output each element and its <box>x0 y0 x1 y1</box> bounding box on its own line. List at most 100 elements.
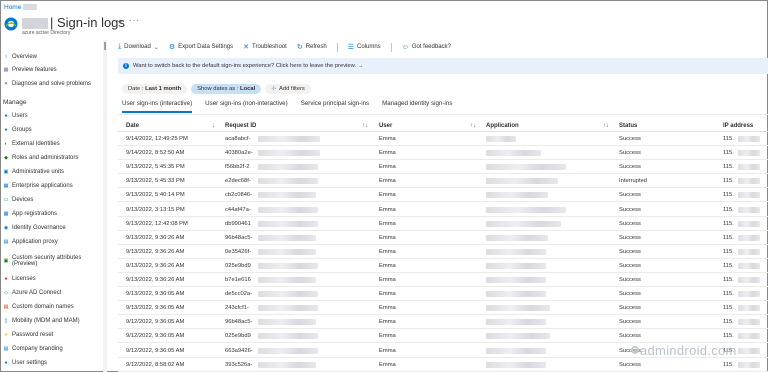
pin-icon[interactable]: ✦ <box>117 18 123 26</box>
more-options-button[interactable]: ··· <box>129 16 140 25</box>
table-row[interactable]: 9/13/2022, 9:36:26 AM 025e9bd9 Emma Success… <box>118 259 768 273</box>
column-header-ip-address[interactable]: IP address <box>723 123 753 129</box>
sidebar-item-licenses[interactable]: ● Licenses <box>3 273 103 285</box>
request-id-redacted <box>258 234 316 241</box>
table-row[interactable]: 9/12/2022, 9:36:05 AM 96b48ac5- Emma Succes… <box>118 315 768 330</box>
cell-request-id: cb2c0846- <box>225 192 253 199</box>
refresh-button[interactable]: ↻ Refresh <box>297 43 327 51</box>
sidebar-item-devices[interactable]: ▭ Devices <box>3 194 103 206</box>
show-dates-pill[interactable]: Show dates as : Local <box>191 84 262 94</box>
sort-desc-icon[interactable]: ↓ <box>212 123 215 129</box>
sidebar-item-overview[interactable]: i Overview <box>3 51 103 63</box>
cell-date: 9/13/2022, 12:42:08 PM <box>126 220 188 227</box>
sidebar-item-users[interactable]: ● Users <box>3 110 103 122</box>
table-row[interactable]: 9/13/2022, 9:36:26 AM 0e35426f- Emma Succes… <box>118 245 768 259</box>
sidebar-item-roles-and-administrators[interactable]: ◆ Roles and administrators <box>3 152 103 164</box>
add-filters-button[interactable]: ⊹ Add filters <box>265 84 311 94</box>
cell-request-id: 025e9bd9 <box>225 333 251 340</box>
sidebar-item-external-identities[interactable]: ◐ External Identities <box>3 138 103 150</box>
table-row[interactable]: 9/14/2022, 12:49:25 PM aca8abcf- Emma Succe… <box>118 132 768 146</box>
sidebar-item-user-settings[interactable]: ● User settings <box>3 357 103 369</box>
cell-status: Success <box>619 234 641 241</box>
table-row[interactable]: 9/13/2022, 5:40:14 PM cb2c0846- Emma Succes… <box>118 188 768 203</box>
column-header-date[interactable]: Date <box>126 123 139 129</box>
application-redacted <box>486 319 546 326</box>
sidebar-item-azure-ad-connect[interactable]: ◇ Azure AD Connect <box>3 287 103 299</box>
sidebar-item-custom-security-attributes-preview[interactable]: ▣ Custom security attributes (Preview) <box>3 255 103 267</box>
sort-icon[interactable]: ↑↓ <box>362 123 368 129</box>
feedback-button[interactable]: ☺ Got feedback? <box>402 44 451 51</box>
cell-user: Emma <box>379 248 396 255</box>
application-redacted <box>486 248 546 255</box>
cell-status: Success <box>619 164 641 171</box>
tab-service-principal-sign-ins[interactable]: Service principal sign-ins <box>301 100 369 112</box>
table-row[interactable]: 9/13/2022, 9:36:05 AM de5cc02a- Emma Succes… <box>118 287 768 302</box>
request-id-redacted <box>258 277 316 283</box>
sidebar-item-enterprise-applications[interactable]: ▦ Enterprise applications <box>3 180 103 192</box>
refresh-label: Refresh <box>305 44 327 50</box>
cell-user: Emma <box>379 164 396 171</box>
sidebar-item-password-reset[interactable]: ♦ Password reset <box>3 329 103 341</box>
application-redacted <box>486 150 541 157</box>
table-row[interactable]: 9/12/2022, 9:36:05 AM 025e9bd9 Emma Success… <box>118 329 768 344</box>
sort-icon[interactable]: ↑↓ <box>470 123 476 129</box>
sidebar-item-application-proxy[interactable]: ▤ Application proxy <box>3 236 103 248</box>
wrench-icon: ✕ <box>3 81 9 87</box>
table-row[interactable]: 9/13/2022, 5:45:35 PM f56bb2f-2 Emma Succes… <box>118 160 768 175</box>
user-icon: ● <box>4 113 8 119</box>
cell-request-id: db990461 <box>225 220 251 227</box>
table-row[interactable]: 9/13/2022, 9:36:26 AM 96b48ac5- Emma Succes… <box>118 231 768 245</box>
ip-address-redacted <box>738 291 760 298</box>
tenant-name-redacted <box>22 18 48 29</box>
sidebar-item-mobility-mdm-and-mam[interactable]: ▯ Mobility (MDM and MAM) <box>3 315 103 327</box>
table-row[interactable]: 9/13/2022, 5:45:33 PM e2dec68f- Emma Interr… <box>118 174 768 189</box>
tab-managed-identity-sign-ins[interactable]: Managed identity sign-ins <box>382 100 452 112</box>
table-row[interactable]: 9/12/2022, 8:58:02 AM 393c526a- Emma Succes… <box>118 358 768 372</box>
cell-status: Success <box>619 319 641 326</box>
application-redacted <box>486 262 546 269</box>
sidebar-item-groups[interactable]: ● Groups <box>3 124 103 136</box>
sidebar-item-label: Mobility (MDM and MAM) <box>12 318 80 324</box>
tab-user-sign-ins-interactive[interactable]: User sign-ins (interactive) <box>122 100 193 113</box>
table-row[interactable]: 9/14/2022, 8:52:50 AM 40380a2e- Emma Succes… <box>118 146 768 161</box>
sidebar-item-administrative-units[interactable]: ▣ Administrative units <box>3 166 103 178</box>
table-row[interactable]: 9/13/2022, 3:13:15 PM c44af47a- Emma Succes… <box>118 203 768 217</box>
show-dates-prefix: Show dates as : <box>197 86 239 92</box>
preview-banner[interactable]: i Want to switch back to the default sig… <box>118 58 768 74</box>
cell-user: Emma <box>379 262 396 269</box>
cell-ip-address: 115. <box>723 291 734 298</box>
export-data-settings-button[interactable]: ⚙ Export Data Settings <box>169 43 233 51</box>
column-header-request-id[interactable]: Request ID <box>225 123 256 129</box>
toolbar-divider <box>390 42 392 52</box>
request-id-redacted <box>258 305 318 312</box>
cell-user: Emma <box>379 192 396 199</box>
column-header-application[interactable]: Application <box>486 123 519 129</box>
date-filter-pill[interactable]: Date : Last 1 month <box>122 84 188 94</box>
column-header-status[interactable]: Status <box>619 123 637 129</box>
sidebar-item-label: Password reset <box>12 332 54 338</box>
sidebar-item-custom-domain-names[interactable]: ▤ Custom domain names <box>3 301 103 313</box>
cell-ip-address: 115. <box>723 234 734 241</box>
cell-status: Success <box>619 333 641 340</box>
cell-status: Success <box>619 192 641 199</box>
sidebar-item-diagnose-and-solve-problems[interactable]: ✕ Diagnose and solve problems <box>3 78 103 90</box>
sidebar-item-app-registrations[interactable]: ▦ App registrations <box>3 208 103 220</box>
sidebar-item-company-branding[interactable]: ▤ Company branding <box>3 343 103 355</box>
table-row[interactable]: 9/13/2022, 9:36:26 AM b7e1e616 Emma Success… <box>118 273 768 287</box>
tab-user-sign-ins-non-interactive[interactable]: User sign-ins (non-interactive) <box>205 100 288 112</box>
sidebar-item-preview-features[interactable]: ▦ Preview features <box>3 64 103 76</box>
table-row[interactable]: 9/13/2022, 12:42:08 PM db990461 Emma Succes… <box>118 217 768 231</box>
table-row[interactable]: 9/13/2022, 9:36:05 AM 243cfcf1- Emma Succes… <box>118 301 768 316</box>
cell-user: Emma <box>379 178 396 185</box>
download-button[interactable]: ⤓ Download ⌄ <box>118 43 159 51</box>
roles-icon: ◆ <box>4 155 8 161</box>
cell-user: Emma <box>379 347 396 354</box>
sort-icon[interactable]: ↑↓ <box>603 123 609 129</box>
date-filter-value: Last 1 month <box>145 86 182 92</box>
sidebar-item-identity-governance[interactable]: ◉ Identity Governance <box>3 222 103 234</box>
columns-button[interactable]: ☰ Columns <box>348 43 381 51</box>
request-id-redacted <box>258 220 318 227</box>
column-header-user[interactable]: User <box>379 123 392 129</box>
troubleshoot-button[interactable]: ✕ Troubleshoot <box>243 43 287 51</box>
breadcrumb-home-link[interactable]: Home <box>4 4 21 11</box>
